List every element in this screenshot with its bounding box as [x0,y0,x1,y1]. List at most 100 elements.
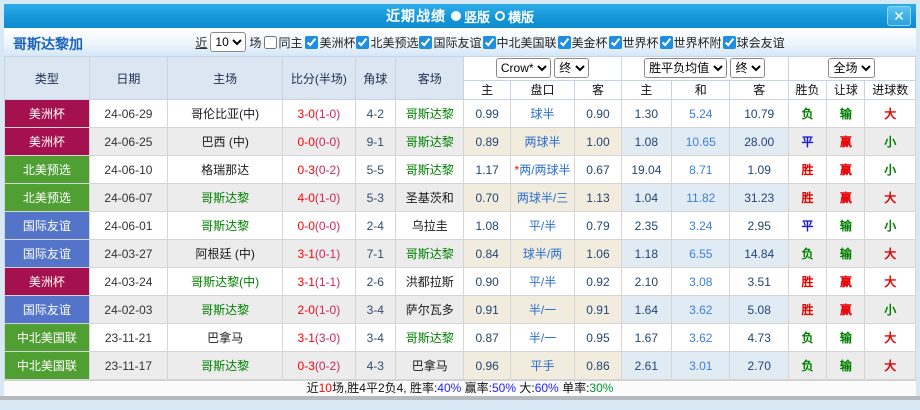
score-cell: 0-0(0-0) [282,127,356,156]
league-checkbox[interactable] [557,35,571,49]
league-checkbox[interactable] [419,35,433,49]
radio-selected-icon[interactable] [450,11,461,21]
halftime-score: (1-0) [314,190,341,205]
crow-home-odds-cell: 0.84 [463,239,511,268]
avg-time-select[interactable]: 终 [730,58,766,79]
league-label: 美洲杯 [319,35,356,50]
avg-lose-odds-cell: 2.95 [729,211,789,240]
away-team-cell: 哥斯达黎 [394,239,465,268]
match-row: 国际友谊 24-02-03 哥斯达黎 2-0(1-0) 3-4 萨尔瓦多 0.91 半/一 0.… [4,295,916,324]
same-home-filter[interactable]: 同主 [264,34,302,51]
league-checkbox[interactable] [659,35,673,49]
avg-lose-odds-cell: 4.73 [729,323,789,352]
avg-lose-odds-cell: 1.09 [729,155,789,184]
league-type-cell: 美洲杯 [4,99,90,128]
scope-select[interactable]: 全场 [828,58,876,79]
corner-cell: 4-2 [354,99,396,128]
bookmaker-time-select[interactable]: 终 [554,58,590,79]
league-filter[interactable]: 美洲杯 [305,34,355,51]
crow-home-odds-cell: 0.99 [463,99,511,128]
match-row: 北美预选 24-06-10 格瑞那达 0-3(0-2) 5-5 哥斯达黎 1.17 *两/两球… [4,155,916,184]
summary-bar: 近10场,胜4平2负4, 胜率:40% 赢率:50% 大:60% 单率:30% [4,380,916,396]
avg-win-odds-cell: 1.18 [620,239,673,268]
result-goals-cell: 大 [864,183,916,212]
crow-away-odds-cell: 0.95 [574,323,622,352]
view-option-horizontal[interactable]: 横版 [495,7,534,26]
away-team-cell: 哥斯达黎 [394,323,465,352]
league-filter[interactable]: 中北美国联 [482,34,557,51]
same-home-checkbox[interactable] [264,35,278,49]
crow-home-odds-cell: 1.08 [463,211,511,240]
league-filter[interactable]: 国际友谊 [419,34,482,51]
result-wdl-cell: 平 [787,211,828,240]
crow-home-odds-cell: 0.89 [463,127,511,156]
league-checkbox[interactable] [722,35,736,49]
league-checkbox[interactable] [356,35,370,49]
col-header-away: 客场 [394,56,465,100]
avg-draw-odds-cell: 6.55 [671,239,731,268]
crow-away-odds-cell: 0.92 [574,267,622,296]
near-count-select[interactable]: 10 [210,32,247,52]
corner-cell: 2-4 [354,211,396,240]
home-team-cell: 哥斯达黎 [167,295,284,324]
league-filter[interactable]: 世界杯 [608,34,659,51]
league-filters: 美洲杯 北美预选 国际友谊 中北美国联 美金杯 世界杯 世界杯附 球会友谊 [305,34,785,51]
crow-home-odds-cell: 0.96 [463,351,511,380]
crow-home-odds-cell: 0.91 [463,295,511,324]
corner-cell: 5-5 [354,155,396,184]
avg-odds-select[interactable]: 胜平负均值 [644,58,728,79]
league-filter[interactable]: 世界杯附 [659,34,722,51]
handicap-cell: 球半 [509,99,576,128]
bookmaker-select[interactable]: Crow* [495,58,551,79]
league-filter[interactable]: 球会友谊 [722,34,785,51]
avg-draw-odds-cell: 5.24 [671,99,731,128]
date-cell: 24-06-25 [88,127,169,156]
radio-unselected-icon[interactable] [495,11,505,21]
crow-away-odds-cell: 1.00 [574,127,622,156]
result-goals-cell: 大 [864,99,916,128]
league-checkbox[interactable] [305,35,319,49]
crow-away-odds-cell: 0.79 [574,211,622,240]
result-wdl-cell: 负 [787,239,828,268]
result-let-cell: 输 [826,239,866,268]
away-team-cell: 洪都拉斯 [394,267,465,296]
date-cell: 23-11-17 [88,351,169,380]
league-label: 中北美国联 [496,35,557,50]
score-cell: 0-0(0-0) [282,211,356,240]
summary-segment: 60% [534,381,559,395]
crow-away-odds-cell: 0.86 [574,351,622,380]
bottom-strip [0,396,920,400]
away-team-cell: 巴拿马 [394,351,465,380]
league-checkbox[interactable] [608,35,622,49]
handicap-change-star: * [514,163,520,177]
avg-win-odds-cell: 2.61 [620,351,673,380]
result-wdl-cell: 胜 [787,267,828,296]
home-team-cell: 阿根廷 (中) [167,239,284,268]
league-filter[interactable]: 北美预选 [356,34,418,51]
avg-win-odds-cell: 1.04 [620,183,673,212]
handicap-cell: 平手 [509,351,576,380]
handicap-cell: 两球半 [509,127,576,156]
avg-odds-select-group: 胜平负均值 终 [620,56,789,81]
fulltime-score: 0-0 [297,134,315,149]
match-row: 中北美国联 23-11-17 哥斯达黎 0-3(0-2) 4-3 巴拿马 0.96 平手 0.8… [4,351,916,380]
score-cell: 0-3(0-2) [282,155,356,184]
league-type-cell: 中北美国联 [4,351,90,380]
result-let-cell: 赢 [826,183,866,212]
sub-header-goals: 进球数 [864,79,916,101]
col-header-corner: 角球 [354,56,396,100]
league-filter[interactable]: 美金杯 [557,34,608,51]
score-cell: 4-0(1-0) [282,183,356,212]
league-label: 球会友谊 [736,35,785,50]
avg-draw-odds-cell: 3.24 [671,211,731,240]
home-team-cell: 格瑞那达 [167,155,284,184]
league-type-cell: 国际友谊 [4,295,90,324]
handicap-cell: 半/一 [509,295,576,324]
close-icon[interactable]: ✕ [887,6,911,26]
league-checkbox[interactable] [482,35,496,49]
near-link[interactable]: 近 [195,34,207,51]
view-option-vertical[interactable]: 竖版 [450,7,490,26]
result-let-cell: 输 [826,99,866,128]
result-let-cell: 输 [826,323,866,352]
fulltime-score: 4-0 [297,190,315,205]
